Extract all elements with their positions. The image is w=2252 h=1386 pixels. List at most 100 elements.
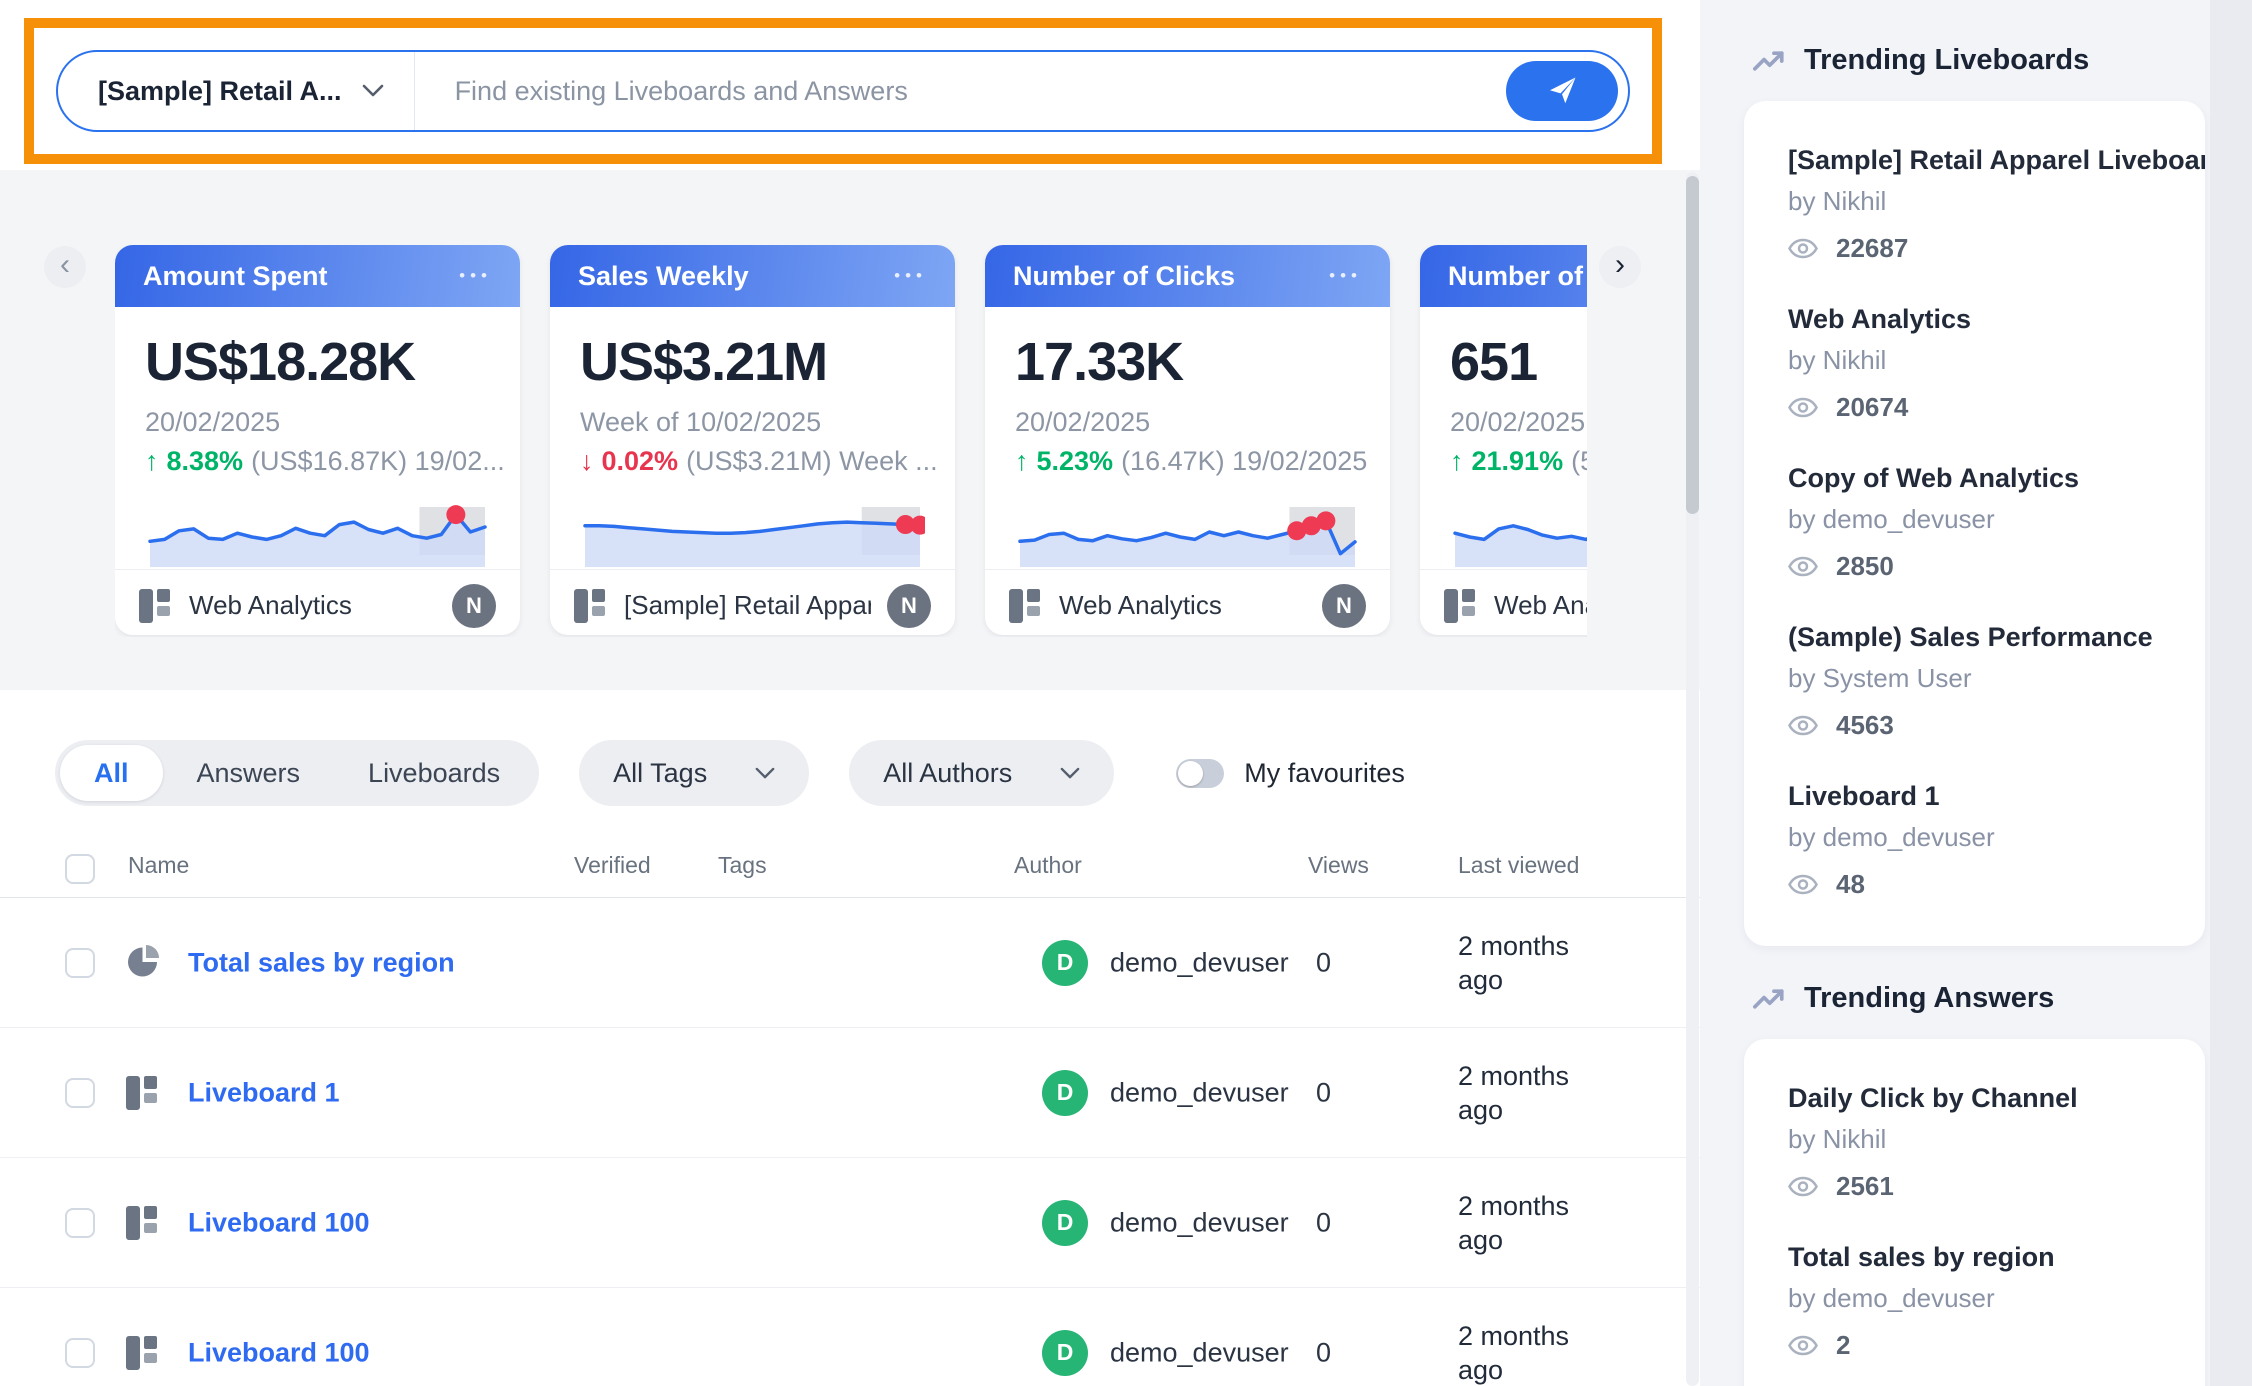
table-row[interactable]: Liveboard 100Ddemo_devuser02 months ago: [0, 1158, 1700, 1288]
kpi-delta: ↑5.23%(16.47K) 19/02/2025: [1015, 446, 1360, 477]
kpi-card-title: Amount Spent: [143, 261, 459, 292]
kpi-card-menu-icon[interactable]: •••: [894, 266, 927, 286]
trending-item-name[interactable]: Copy of Web Analytics: [1788, 463, 2205, 494]
avatar: D: [1042, 940, 1088, 986]
views-count: 2850: [1836, 551, 1894, 582]
main-scrollbar-thumb[interactable]: [1686, 176, 1699, 514]
kpi-delta-percent: 5.23%: [1037, 446, 1114, 477]
search-highlight-frame: [Sample] Retail A...: [24, 18, 1662, 164]
tab-all[interactable]: All: [60, 745, 163, 801]
table-row[interactable]: Liveboard 100Ddemo_devuser02 months ago: [0, 1288, 1700, 1386]
carousel-prev-button[interactable]: ‹: [44, 246, 86, 288]
kpi-value: 651: [1450, 331, 1587, 393]
kpi-card-footer[interactable]: Web AnalyticsN: [115, 569, 520, 635]
sidebar-section-title: Trending Answers: [1804, 982, 2054, 1015]
up-arrow-icon: ↑: [1015, 446, 1029, 477]
answer-icon-cell: [126, 942, 162, 983]
trending-item-author: by Nikhil: [1788, 345, 2205, 376]
up-arrow-icon: ↑: [145, 446, 159, 477]
trending-sidebar: Trending Liveboards[Sample] Retail Appar…: [1700, 0, 2210, 1386]
homepage: [Sample] Retail A... Amount Spent•••US: [0, 0, 2252, 1386]
tab-liveboards[interactable]: Liveboards: [334, 745, 534, 801]
type-filter-tabs: AllAnswersLiveboards: [55, 740, 539, 806]
row-checkbox: [65, 1078, 95, 1108]
trending-item-name[interactable]: [Sample] Retail Apparel Liveboard: [1788, 145, 2205, 176]
author-name: demo_devuser: [1110, 1207, 1289, 1238]
row-checkbox: [65, 948, 95, 978]
toggle-track: [1176, 759, 1224, 788]
kpi-date: 20/02/2025: [1450, 407, 1587, 438]
kpi-source-name: [Sample] Retail Apparel L...: [624, 590, 871, 621]
window-scrollbar-gutter[interactable]: [2210, 0, 2252, 1386]
kpi-card-menu-icon[interactable]: •••: [459, 266, 492, 286]
kpi-delta-detail: (US$16.87K) 19/02...: [251, 446, 505, 477]
kpi-card[interactable]: Sales Weekly•••US$3.21MWeek of 10/02/202…: [550, 245, 955, 635]
trending-item[interactable]: Web Analyticsby Nikhil20674: [1788, 304, 2205, 423]
table-row[interactable]: Liveboard 1Ddemo_devuser02 months ago: [0, 1028, 1700, 1158]
row-checkbox: [65, 1208, 95, 1238]
sidebar-card: Daily Click by Channelby Nikhil2561 Total…: [1744, 1039, 2205, 1386]
sparkline-highlight-dot: [1316, 511, 1335, 530]
search-submit-button[interactable]: [1506, 61, 1618, 121]
trending-item-name[interactable]: Web Analytics: [1788, 304, 2205, 335]
kpi-card-footer[interactable]: Web AnalyticsN: [985, 569, 1390, 635]
kpi-card[interactable]: Number of Clicks•••17.33K20/02/2025↑5.23…: [985, 245, 1390, 635]
kpi-card-footer[interactable]: Web AnalyticsN: [1420, 569, 1587, 635]
views-value: 0: [1316, 1207, 1331, 1238]
liveboard-icon: [139, 589, 173, 623]
search-bar: [Sample] Retail A...: [56, 50, 1630, 132]
trending-item[interactable]: Copy of Web Analyticsby demo_devuser2850: [1788, 463, 2205, 582]
trending-item[interactable]: Total sales by regionby demo_devuser2: [1788, 1242, 2205, 1361]
column-header-last-viewed[interactable]: Last viewed: [1458, 852, 1579, 879]
carousel-next-button[interactable]: ›: [1599, 246, 1641, 288]
trending-item[interactable]: Liveboard 1by demo_devuser48: [1788, 781, 2205, 900]
liveboard-icon-cell: [126, 1076, 160, 1110]
tab-answers[interactable]: Answers: [163, 745, 335, 801]
kpi-card-menu-icon[interactable]: •••: [1329, 266, 1362, 286]
row-name-link[interactable]: Liveboard 100: [188, 1337, 370, 1368]
trending-item[interactable]: Daily Click by Channelby Nikhil2561: [1788, 1083, 2205, 1202]
send-icon: [1544, 73, 1580, 109]
last-viewed: 2 months ago: [1458, 1319, 1588, 1386]
trending-item-name[interactable]: Daily Click by Channel: [1788, 1083, 2205, 1114]
views-value: 0: [1316, 1337, 1331, 1368]
sparkline-highlight-dot: [446, 505, 465, 524]
author-name: demo_devuser: [1110, 1077, 1289, 1108]
chevron-down-icon: [755, 767, 775, 780]
row-name-link[interactable]: Total sales by region: [188, 947, 455, 978]
kpi-card[interactable]: Number of C•••65120/02/2025↑21.91%(5Web …: [1420, 245, 1587, 635]
trending-item-name[interactable]: Total sales by region: [1788, 1242, 2205, 1273]
liveboard-icon: [574, 589, 608, 623]
search-input[interactable]: [415, 52, 1628, 130]
kpi-card-body: 17.33K20/02/2025↑5.23%(16.47K) 19/02/202…: [985, 307, 1390, 569]
down-arrow-icon: ↓: [580, 446, 594, 477]
liveboard-icon-cell: [126, 1206, 160, 1240]
kpi-delta-detail: (US$3.21M) Week ...: [686, 446, 938, 477]
liveboard-icon: [126, 1206, 160, 1240]
kpi-card-footer[interactable]: [Sample] Retail Apparel L...N: [550, 569, 955, 635]
trending-item[interactable]: [Sample] Retail Apparel Liveboardby Nikh…: [1788, 145, 2205, 264]
tags-filter-label: All Tags: [613, 758, 707, 789]
column-header-verified[interactable]: Verified: [574, 852, 651, 879]
column-header-tags[interactable]: Tags: [718, 852, 767, 879]
table-row[interactable]: Total sales by regionDdemo_devuser02 mon…: [0, 898, 1700, 1028]
trending-item-author: by System User: [1788, 663, 2205, 694]
column-header-author[interactable]: Author: [1014, 852, 1082, 879]
tags-filter-dropdown[interactable]: All Tags: [579, 740, 809, 806]
trending-item[interactable]: (Sample) Sales Performance by System User…: [1788, 622, 2205, 741]
row-name-link[interactable]: Liveboard 1: [188, 1077, 340, 1108]
trending-up-icon: [1752, 986, 1786, 1012]
liveboard-icon: [1444, 589, 1478, 623]
row-name-link[interactable]: Liveboard 100: [188, 1207, 370, 1238]
column-header-name[interactable]: Name: [128, 852, 189, 879]
kpi-cards-band: Amount Spent•••US$18.28K20/02/2025↑8.38%…: [0, 170, 1700, 690]
kpi-card[interactable]: Amount Spent•••US$18.28K20/02/2025↑8.38%…: [115, 245, 520, 635]
trending-item-name[interactable]: (Sample) Sales Performance: [1788, 622, 2205, 653]
authors-filter-dropdown[interactable]: All Authors: [849, 740, 1114, 806]
column-header-views[interactable]: Views: [1308, 852, 1369, 879]
trending-item-name[interactable]: Liveboard 1: [1788, 781, 2205, 812]
views-count: 4563: [1836, 710, 1894, 741]
authors-filter-label: All Authors: [883, 758, 1012, 789]
data-source-selector[interactable]: [Sample] Retail A...: [58, 52, 414, 130]
my-favourites-toggle[interactable]: My favourites: [1176, 758, 1405, 789]
